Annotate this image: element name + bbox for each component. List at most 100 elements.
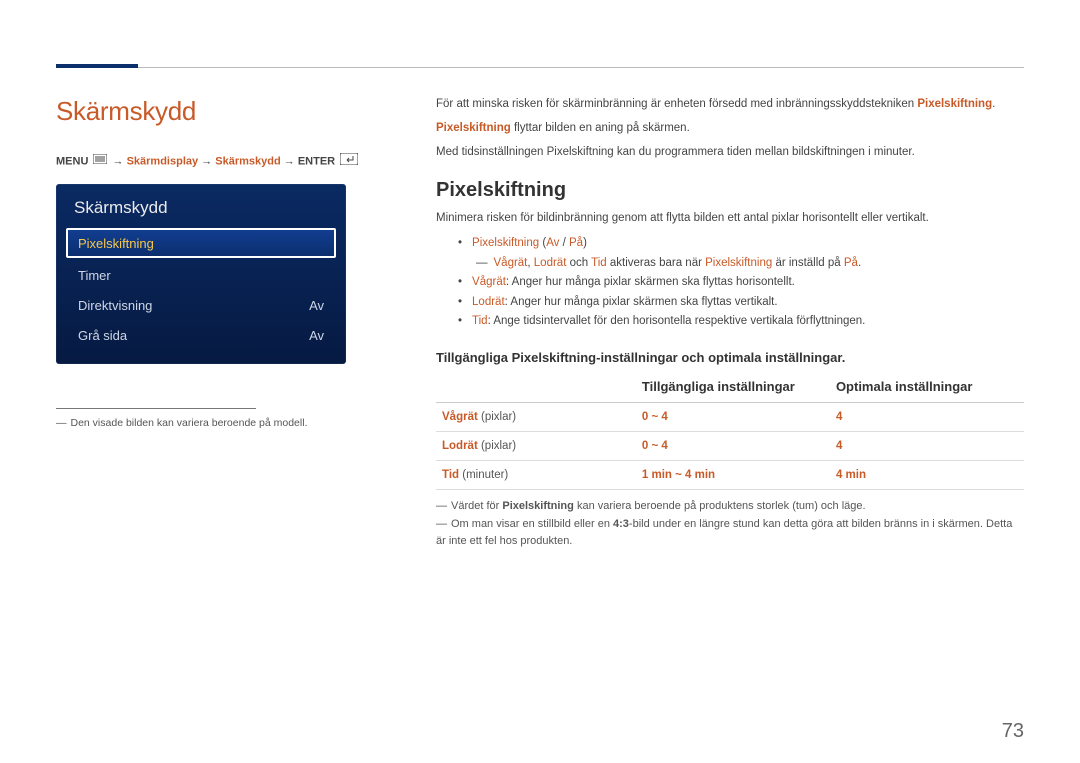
arrow: → — [113, 156, 127, 168]
text-highlight: Vågrät — [442, 411, 478, 423]
text-highlight: På — [569, 237, 583, 249]
text-highlight: Vågrät — [494, 257, 528, 269]
text-highlight: Tid — [472, 315, 488, 327]
text-highlight: Pixelskiftning — [705, 257, 772, 269]
text: och — [566, 257, 591, 269]
cell-available: 0 ~ 4 — [636, 402, 830, 431]
arrow: → — [284, 156, 298, 168]
text-highlight: På — [844, 257, 858, 269]
text: För att minska risken för skärminbrännin… — [436, 98, 917, 110]
text-highlight: Tid — [591, 257, 607, 269]
bullet-item: • Vågrät: Anger hur många pixlar skärmen… — [458, 273, 1024, 293]
menu-icon — [93, 154, 107, 169]
text: kan variera beroende på produktens storl… — [574, 500, 866, 512]
panel-item-label: Direktvisning — [78, 298, 152, 313]
text-highlight: Av — [546, 237, 559, 249]
text: Värdet för — [451, 500, 502, 512]
top-bar — [56, 0, 1024, 68]
bullet-icon: • — [458, 293, 462, 313]
settings-panel: Skärmskydd Pixelskiftning Timer Direktvi… — [56, 184, 346, 364]
subsection-desc: Minimera risken för bildinbränning genom… — [436, 210, 1024, 228]
cell-name: Tid (minuter) — [436, 460, 636, 489]
text-highlight: Pixelskiftning — [436, 122, 511, 134]
right-column: För att minska risken för skärminbrännin… — [436, 96, 1024, 551]
section-heading: Skärmskydd — [56, 96, 396, 127]
arrow: → — [201, 156, 215, 168]
table-row: Tid (minuter) 1 min ~ 4 min 4 min — [436, 460, 1024, 489]
menu-path: MENU → Skärmdisplay → Skärmskydd → ENTER — [56, 153, 396, 170]
text-highlight: Lodrät — [472, 296, 505, 308]
text: . — [992, 98, 995, 110]
text-highlight: Pixelskiftning — [472, 237, 539, 249]
text: aktiveras bara när — [607, 257, 705, 269]
bullet-list: • Pixelskiftning (Av / På) ― Vågrät, Lod… — [458, 234, 1024, 332]
text: är inställd på — [772, 257, 844, 269]
text: . — [858, 257, 861, 269]
table-row: Lodrät (pixlar) 0 ~ 4 4 — [436, 431, 1024, 460]
subnote-text: Vågrät, Lodrät och Tid aktiveras bara nä… — [494, 254, 862, 274]
text: : Ange tidsintervallet för den horisonte… — [488, 315, 866, 327]
menu-label: MENU — [56, 156, 88, 168]
dash-icon: ― — [476, 254, 488, 274]
panel-item-timer[interactable]: Timer — [66, 260, 336, 290]
dash-icon: ― — [436, 500, 447, 512]
table-row: Vågrät (pixlar) 0 ~ 4 4 — [436, 402, 1024, 431]
bullet-icon: • — [458, 273, 462, 293]
dash-icon: ― — [436, 518, 447, 530]
disclaimer: ―Den visade bilden kan variera beroende … — [56, 417, 396, 429]
bullet-text: Vågrät: Anger hur många pixlar skärmen s… — [472, 273, 795, 293]
intro-para-3: Med tidsinställningen Pixelskiftning kan… — [436, 144, 1024, 162]
text-highlight: Pixelskiftning — [917, 98, 992, 110]
panel-item-value: Av — [309, 298, 324, 313]
left-column: Skärmskydd MENU → Skärmdisplay → Skärmsk… — [56, 96, 396, 551]
bullet-icon: • — [458, 234, 462, 254]
cell-name: Lodrät (pixlar) — [436, 431, 636, 460]
footnote: ―Om man visar en stillbild eller en 4:3-… — [436, 516, 1024, 551]
panel-title: Skärmskydd — [74, 198, 332, 218]
intro-para-2: Pixelskiftning flyttar bilden en aning p… — [436, 120, 1024, 138]
text-highlight: Vågrät — [472, 276, 506, 288]
text-highlight: Lodrät — [442, 440, 478, 452]
panel-item-direktvisning[interactable]: Direktvisning Av — [66, 290, 336, 320]
divider — [56, 408, 256, 409]
cell-optimal: 4 min — [830, 460, 1024, 489]
col-header-optimal: Optimala inställningar — [830, 371, 1024, 403]
bullet-text: Tid: Ange tidsintervallet för den horiso… — [472, 312, 865, 332]
cell-optimal: 4 — [830, 431, 1024, 460]
page: Skärmskydd MENU → Skärmdisplay → Skärmsk… — [0, 0, 1080, 551]
panel-item-label: Timer — [78, 268, 111, 283]
enter-icon — [340, 153, 358, 170]
text: (minuter) — [459, 469, 508, 481]
intro-para-1: För att minska risken för skärminbrännin… — [436, 96, 1024, 114]
text-bold: Pixelskiftning — [502, 500, 574, 512]
cell-available: 1 min ~ 4 min — [636, 460, 830, 489]
cell-name: Vågrät (pixlar) — [436, 402, 636, 431]
cell-available: 0 ~ 4 — [636, 431, 830, 460]
panel-item-pixelskiftning[interactable]: Pixelskiftning — [66, 228, 336, 258]
enter-label: ENTER — [298, 156, 335, 168]
col-header-available: Tillgängliga inställningar — [636, 371, 830, 403]
subsection-heading: Pixelskiftning — [436, 179, 1024, 202]
bullet-text: Lodrät: Anger hur många pixlar skärmen s… — [472, 293, 778, 313]
content-columns: Skärmskydd MENU → Skärmdisplay → Skärmsk… — [56, 96, 1024, 551]
text: / — [559, 237, 569, 249]
text: : Anger hur många pixlar skärmen ska fly… — [505, 296, 778, 308]
breadcrumb-seg-1: Skärmdisplay — [127, 156, 199, 168]
panel-item-label: Grå sida — [78, 328, 127, 343]
disclaimer-text: Den visade bilden kan variera beroende p… — [71, 417, 308, 429]
bullet-text: Pixelskiftning (Av / På) — [472, 234, 587, 254]
bullet-item: • Lodrät: Anger hur många pixlar skärmen… — [458, 293, 1024, 313]
page-number: 73 — [1002, 720, 1024, 743]
text: flyttar bilden en aning på skärmen. — [511, 122, 690, 134]
panel-item-gra-sida[interactable]: Grå sida Av — [66, 320, 336, 350]
topbar-accent — [56, 64, 138, 68]
text: ) — [583, 237, 587, 249]
table-heading: Tillgängliga Pixelskiftning-inställninga… — [436, 350, 1024, 365]
text-highlight: Lodrät — [534, 257, 567, 269]
bullet-subnote: ― Vågrät, Lodrät och Tid aktiveras bara … — [476, 254, 1024, 274]
text: Om man visar en stillbild eller en — [451, 518, 613, 530]
table-header-row: Tillgängliga inställningar Optimala inst… — [436, 371, 1024, 403]
panel-item-value: Av — [309, 328, 324, 343]
footnote: ― Värdet för Pixelskiftning kan variera b… — [436, 498, 1024, 516]
text-highlight: Tid — [442, 469, 459, 481]
